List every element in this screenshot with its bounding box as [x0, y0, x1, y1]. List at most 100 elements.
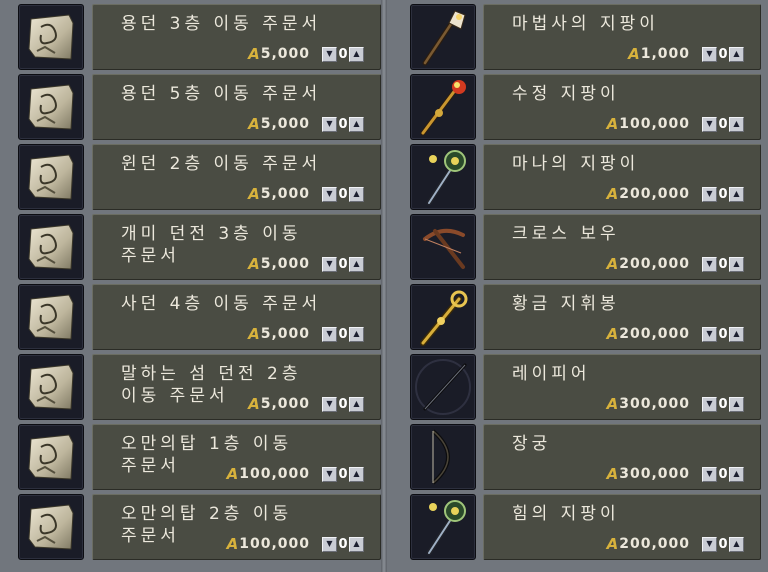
quantity-value: 0	[338, 256, 348, 272]
shop-item-row[interactable]: 장궁 A 300,000 ▼ 0 ▲	[384, 414, 768, 490]
item-price: 1,000	[640, 46, 690, 62]
column-divider	[381, 0, 387, 572]
shop-item-row[interactable]: 용던 3층 이동 주문서 A 5,000 ▼ 0 ▲	[0, 0, 384, 70]
shop-item-row[interactable]: 사던 4층 이동 주문서 A 5,000 ▼ 0 ▲	[0, 274, 384, 350]
wizard-staff-icon	[410, 4, 476, 70]
item-price: 200,000	[619, 256, 690, 272]
shop-item-row[interactable]: 용던 5층 이동 주문서 A 5,000 ▼ 0 ▲	[0, 64, 384, 140]
item-info-panel: 오만의탑 1층 이동 주문서 A 100,000 ▼ 0 ▲	[92, 424, 381, 490]
scroll-icon	[18, 4, 84, 70]
decrement-quantity-button[interactable]: ▼	[322, 326, 337, 342]
item-price: 200,000	[619, 186, 690, 202]
increment-quantity-button[interactable]: ▲	[729, 186, 744, 202]
decrement-quantity-button[interactable]: ▼	[702, 536, 717, 552]
rapier-icon	[410, 354, 476, 420]
shop-item-row[interactable]: 오만의탑 2층 이동 주문서 A 100,000 ▼ 0 ▲	[0, 484, 384, 560]
decrement-quantity-button[interactable]: ▼	[322, 396, 337, 412]
decrement-quantity-button[interactable]: ▼	[322, 186, 337, 202]
quantity-value: 0	[718, 256, 728, 272]
shop-item-row[interactable]: 마법사의 지팡이 A 1,000 ▼ 0 ▲	[384, 0, 768, 70]
price-and-quantity: A 100,000 ▼ 0 ▲	[607, 115, 744, 133]
increment-quantity-button[interactable]: ▲	[729, 46, 744, 62]
increment-quantity-button[interactable]: ▲	[349, 186, 364, 202]
price-and-quantity: A 5,000 ▼ 0 ▲	[248, 395, 364, 413]
increment-quantity-button[interactable]: ▲	[349, 396, 364, 412]
item-price: 100,000	[239, 536, 310, 552]
shop-item-row[interactable]: 황금 지휘봉 A 200,000 ▼ 0 ▲	[384, 274, 768, 350]
decrement-quantity-button[interactable]: ▼	[322, 536, 337, 552]
increment-quantity-button[interactable]: ▲	[349, 46, 364, 62]
item-name: 윈던 2층 이동 주문서	[121, 154, 322, 174]
crystal-staff-icon	[410, 74, 476, 140]
item-price: 5,000	[260, 396, 310, 412]
item-name: 마나의 지팡이	[512, 154, 640, 174]
increment-quantity-button[interactable]: ▲	[349, 256, 364, 272]
item-name: 힘의 지팡이	[512, 504, 620, 524]
shop-item-row[interactable]: 마나의 지팡이 A 200,000 ▼ 0 ▲	[384, 134, 768, 210]
item-info-panel: 수정 지팡이 A 100,000 ▼ 0 ▲	[483, 74, 761, 140]
increment-quantity-button[interactable]: ▲	[729, 116, 744, 132]
shop-item-row[interactable]: 오만의탑 1층 이동 주문서 A 100,000 ▼ 0 ▲	[0, 414, 384, 490]
decrement-quantity-button[interactable]: ▼	[702, 396, 717, 412]
scroll-icon	[18, 424, 84, 490]
decrement-quantity-button[interactable]: ▼	[322, 46, 337, 62]
increment-quantity-button[interactable]: ▲	[349, 326, 364, 342]
shop-item-row[interactable]: 크로스 보우 A 200,000 ▼ 0 ▲	[384, 204, 768, 280]
increment-quantity-button[interactable]: ▲	[349, 116, 364, 132]
increment-quantity-button[interactable]: ▲	[729, 536, 744, 552]
quantity-value: 0	[338, 466, 348, 482]
quantity-value: 0	[338, 396, 348, 412]
quantity-value: 0	[718, 46, 728, 62]
price-and-quantity: A 5,000 ▼ 0 ▲	[248, 115, 364, 133]
quantity-value: 0	[338, 326, 348, 342]
decrement-quantity-button[interactable]: ▼	[322, 466, 337, 482]
shop-list-right: 마법사의 지팡이 A 1,000 ▼ 0 ▲ 수정 지팡이 A 100,000 ▼ 0 ▲ 마나의 지팡…	[384, 0, 768, 572]
scroll-icon	[18, 284, 84, 350]
crossbow-icon	[410, 214, 476, 280]
decrement-quantity-button[interactable]: ▼	[702, 326, 717, 342]
scroll-icon	[18, 74, 84, 140]
price-and-quantity: A 5,000 ▼ 0 ▲	[248, 185, 364, 203]
item-info-panel: 레이피어 A 300,000 ▼ 0 ▲	[483, 354, 761, 420]
mana-staff-icon	[410, 144, 476, 210]
shop-item-row[interactable]: 개미 던전 3층 이동 주문서 A 5,000 ▼ 0 ▲	[0, 204, 384, 280]
item-price: 100,000	[239, 466, 310, 482]
adena-currency-icon: A	[606, 255, 619, 273]
adena-currency-icon: A	[226, 465, 239, 483]
decrement-quantity-button[interactable]: ▼	[322, 116, 337, 132]
decrement-quantity-button[interactable]: ▼	[702, 186, 717, 202]
adena-currency-icon: A	[606, 395, 619, 413]
decrement-quantity-button[interactable]: ▼	[702, 116, 717, 132]
shop-item-row[interactable]: 말하는 섬 던전 2층 이동 주문서 A 5,000 ▼ 0 ▲	[0, 344, 384, 420]
increment-quantity-button[interactable]: ▲	[349, 466, 364, 482]
item-name: 레이피어	[512, 364, 591, 384]
decrement-quantity-button[interactable]: ▼	[322, 256, 337, 272]
price-and-quantity: A 200,000 ▼ 0 ▲	[607, 325, 744, 343]
shop-list-left: 용던 3층 이동 주문서 A 5,000 ▼ 0 ▲ 용던 5층 이동 주문서 A 5,000 ▼…	[0, 0, 384, 572]
item-name: 사던 4층 이동 주문서	[121, 294, 322, 314]
increment-quantity-button[interactable]: ▲	[729, 466, 744, 482]
item-info-panel: 말하는 섬 던전 2층 이동 주문서 A 5,000 ▼ 0 ▲	[92, 354, 381, 420]
decrement-quantity-button[interactable]: ▼	[702, 46, 717, 62]
increment-quantity-button[interactable]: ▲	[729, 256, 744, 272]
item-info-panel: 용던 3층 이동 주문서 A 5,000 ▼ 0 ▲	[92, 4, 381, 70]
decrement-quantity-button[interactable]: ▼	[702, 256, 717, 272]
item-price: 5,000	[260, 186, 310, 202]
decrement-quantity-button[interactable]: ▼	[702, 466, 717, 482]
shop-item-row[interactable]: 수정 지팡이 A 100,000 ▼ 0 ▲	[384, 64, 768, 140]
shop-item-row[interactable]: 레이피어 A 300,000 ▼ 0 ▲	[384, 344, 768, 420]
shop-item-row[interactable]: 힘의 지팡이 A 200,000 ▼ 0 ▲	[384, 484, 768, 560]
price-and-quantity: A 5,000 ▼ 0 ▲	[248, 325, 364, 343]
quantity-value: 0	[718, 186, 728, 202]
shop-item-row[interactable]: 윈던 2층 이동 주문서 A 5,000 ▼ 0 ▲	[0, 134, 384, 210]
adena-currency-icon: A	[248, 395, 260, 413]
adena-currency-icon: A	[628, 45, 640, 63]
item-price: 5,000	[260, 116, 310, 132]
increment-quantity-button[interactable]: ▲	[349, 536, 364, 552]
increment-quantity-button[interactable]: ▲	[729, 326, 744, 342]
increment-quantity-button[interactable]: ▲	[729, 396, 744, 412]
item-info-panel: 개미 던전 3층 이동 주문서 A 5,000 ▼ 0 ▲	[92, 214, 381, 280]
price-and-quantity: A 200,000 ▼ 0 ▲	[607, 255, 744, 273]
price-and-quantity: A 300,000 ▼ 0 ▲	[607, 395, 744, 413]
item-name: 수정 지팡이	[512, 84, 620, 104]
